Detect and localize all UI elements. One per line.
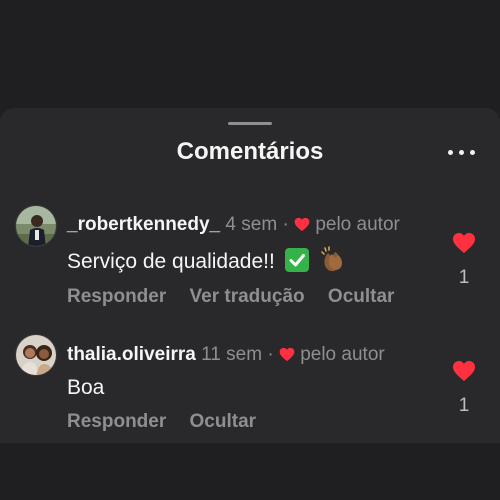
sheet-title: Comentários <box>176 138 324 165</box>
check-mark-icon <box>284 248 309 272</box>
reply-button[interactable]: Responder <box>67 286 166 307</box>
avatar[interactable] <box>15 334 57 376</box>
comment-meta: _robertkennedy_ 4 sem · pelo autor <box>67 214 400 238</box>
clapping-hands-icon <box>319 246 347 280</box>
liked-by-author-label: pelo autor <box>300 344 385 365</box>
heart-icon <box>294 216 310 238</box>
drag-handle[interactable] <box>228 122 272 125</box>
avatar[interactable] <box>15 205 57 247</box>
like-heart-icon[interactable] <box>452 360 476 387</box>
hide-button[interactable]: Ocultar <box>328 286 395 307</box>
see-translation-button[interactable]: Ver tradução <box>190 286 305 307</box>
comment-text-content: Boa <box>67 376 105 399</box>
more-options-icon[interactable] <box>448 142 480 162</box>
comment-text: Serviço de qualidade!! <box>67 246 347 280</box>
like-heart-icon[interactable] <box>452 232 476 259</box>
hide-button[interactable]: Ocultar <box>190 411 257 432</box>
separator: · <box>282 214 289 235</box>
comment-text: Boa <box>67 376 104 400</box>
comments-sheet: Comentários _robertkennedy_ 4 sem · pelo… <box>0 108 500 443</box>
liked-by-author-label: pelo autor <box>315 214 400 235</box>
heart-icon <box>279 346 295 368</box>
like-count: 1 <box>458 395 470 416</box>
comment-meta: thalia.oliveirra 11 sem · pelo autor <box>67 344 385 368</box>
separator: · <box>267 344 274 365</box>
backdrop-bottom <box>0 443 500 500</box>
username[interactable]: thalia.oliveirra <box>67 344 196 365</box>
comment-actions: Responder Ocultar <box>67 411 274 433</box>
like-count: 1 <box>458 267 470 288</box>
reply-button[interactable]: Responder <box>67 411 166 432</box>
comment-actions: Responder Ver tradução Ocultar <box>67 286 412 308</box>
username[interactable]: _robertkennedy_ <box>67 214 220 235</box>
comment-text-content: Serviço de qualidade!! <box>67 250 275 273</box>
timestamp: 4 sem <box>225 214 278 235</box>
backdrop-top <box>0 0 500 108</box>
timestamp: 11 sem <box>201 344 263 365</box>
